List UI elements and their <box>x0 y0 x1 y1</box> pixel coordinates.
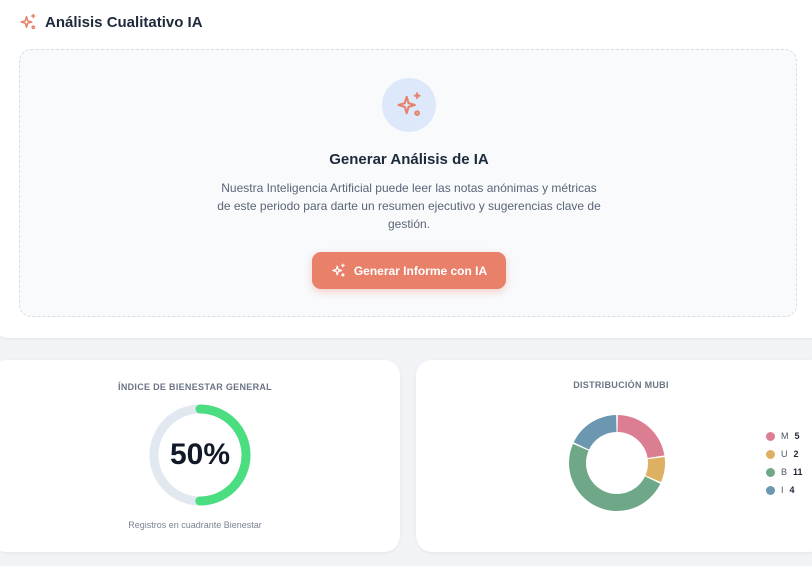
legend-count: 4 <box>789 485 795 495</box>
wellbeing-title: ÍNDICE DE BIENESTAR GENERAL <box>118 382 272 392</box>
legend-dot <box>766 431 775 441</box>
donut-slice-m <box>617 415 665 459</box>
legend-item-b: B 11 <box>766 466 803 478</box>
sparkles-icon <box>20 13 36 30</box>
legend-item-u: U2 <box>766 448 803 460</box>
wellbeing-value: 50% <box>169 438 231 471</box>
mubi-donut-chart <box>568 414 666 512</box>
legend-count: 5 <box>794 431 800 441</box>
wellbeing-caption: Registros en cuadrante Bienestar <box>128 520 262 530</box>
section-header: Análisis Cualitativo IA <box>19 13 203 31</box>
donut-slice-b <box>569 443 661 511</box>
generate-report-label: Generar Informe con IA <box>353 263 488 278</box>
distribution-title: DISTRIBUCIÓN MUBI <box>573 380 669 390</box>
ai-icon-badge <box>382 78 436 132</box>
legend-label: I <box>781 485 784 495</box>
sparkles-icon <box>332 263 345 277</box>
legend-dot <box>766 467 775 477</box>
ai-panel-heading: Generar Análisis de IA <box>329 151 489 168</box>
mubi-distribution-card: DISTRIBUCIÓN MUBI M 5 U 2 B 11 I 4 <box>416 360 812 552</box>
legend-dot <box>766 485 775 495</box>
generate-report-button[interactable]: Generar Informe con IA <box>312 252 506 289</box>
section-title: Análisis Cualitativo IA <box>45 13 203 31</box>
ai-panel-description: Nuestra Inteligencia Artificial puede le… <box>217 181 601 231</box>
ai-generate-panel: Generar Análisis de IA Nuestra Inteligen… <box>19 49 797 317</box>
legend-label: M <box>781 431 789 441</box>
legend-item-i: I4 <box>766 484 803 496</box>
legend-label: U <box>781 449 788 459</box>
legend-item-m: M5 <box>766 430 803 442</box>
legend-count: 2 <box>793 449 799 459</box>
wellbeing-gauge: 50% <box>149 404 251 506</box>
sparkles-icon <box>397 92 421 116</box>
mubi-legend: M 5 U 2 B 11 I 4 <box>766 430 803 496</box>
legend-count: 11 <box>793 467 803 477</box>
wellbeing-index-card: ÍNDICE DE BIENESTAR GENERAL 50% Registro… <box>0 360 400 552</box>
legend-dot <box>766 449 775 459</box>
legend-label: B <box>781 467 788 477</box>
donut-slice-i <box>573 415 617 450</box>
